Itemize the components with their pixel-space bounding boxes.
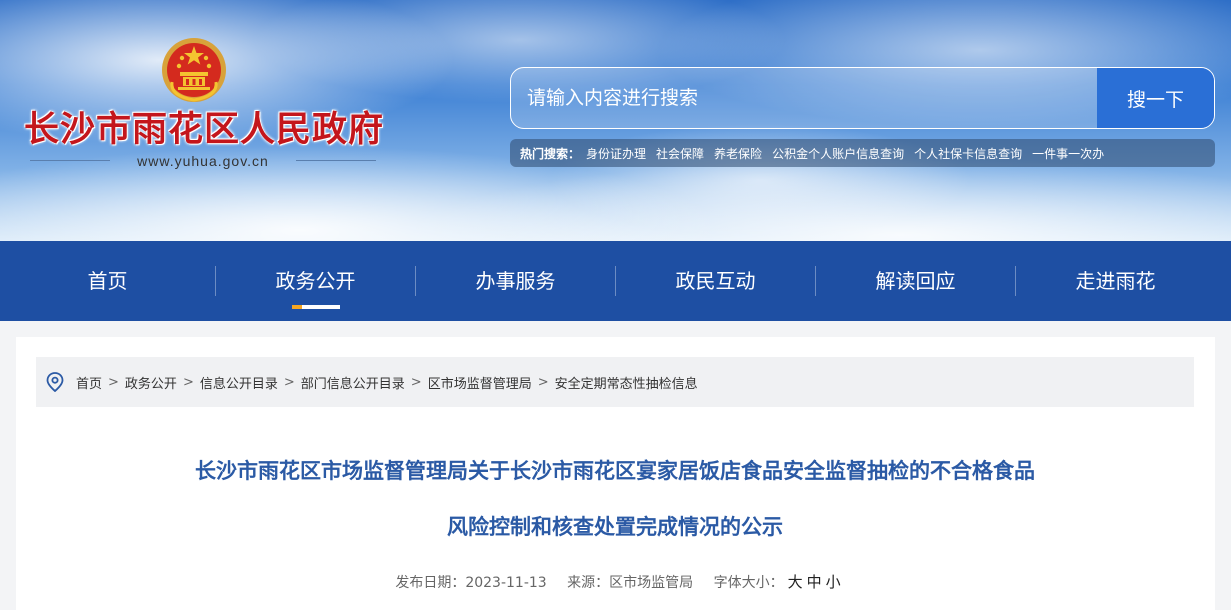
active-indicator — [291, 305, 340, 309]
breadcrumb-item-home[interactable]: 首页 — [76, 373, 102, 392]
site-url: www.yuhua.gov.cn — [137, 153, 269, 169]
hot-search-item-social-card[interactable]: 个人社保卡信息查询 — [914, 145, 1022, 162]
divider-line — [30, 160, 110, 161]
search-box: 搜一下 — [510, 67, 1215, 129]
nav-item-label: 政务公开 — [275, 269, 356, 293]
divider-line — [296, 160, 376, 161]
breadcrumb: 首页 > 政务公开 > 信息公开目录 > 部门信息公开目录 > 区市场监督管理局… — [36, 357, 1194, 407]
nav-item-label: 解读回应 — [875, 269, 956, 293]
search-button[interactable]: 搜一下 — [1097, 68, 1214, 128]
site-url-row: www.yuhua.gov.cn — [30, 151, 376, 171]
main-nav: 首页 政务公开 办事服务 政民互动 解读回应 走进雨花 — [0, 241, 1231, 321]
hot-search-item-pension[interactable]: 养老保险 — [714, 145, 762, 162]
national-emblem-icon — [162, 38, 226, 102]
nav-item-interaction[interactable]: 政民互动 — [616, 241, 815, 321]
article-title-line1: 长沙市雨花区市场监督管理局关于长沙市雨花区宴家居饭店食品安全监督抽检的不合格食品 — [195, 459, 1035, 483]
nav-item-interpretation[interactable]: 解读回应 — [816, 241, 1015, 321]
breadcrumb-item-market-bureau[interactable]: 区市场监督管理局 — [428, 373, 532, 392]
content-panel: 首页 > 政务公开 > 信息公开目录 > 部门信息公开目录 > 区市场监督管理局… — [16, 337, 1215, 610]
hot-search-item-one-thing[interactable]: 一件事一次办 — [1032, 145, 1104, 162]
article-title-line2: 风险控制和核查处置完成情况的公示 — [447, 515, 783, 539]
publish-date: 发布日期：2023-11-13 — [395, 575, 547, 591]
breadcrumb-item-current[interactable]: 安全定期常态性抽检信息 — [555, 373, 698, 392]
nav-item-services[interactable]: 办事服务 — [416, 241, 615, 321]
nav-item-home[interactable]: 首页 — [0, 241, 215, 321]
hot-search-item-social-security[interactable]: 社会保障 — [656, 145, 704, 162]
nav-item-label: 走进雨花 — [1075, 269, 1156, 293]
breadcrumb-separator: > — [182, 374, 194, 390]
nav-item-label: 办事服务 — [475, 269, 556, 293]
font-size-medium-button[interactable]: 中 — [807, 573, 822, 591]
font-size-large-button[interactable]: 大 — [788, 573, 803, 591]
nav-item-about-yuhua[interactable]: 走进雨花 — [1016, 241, 1215, 321]
nav-item-government-affairs[interactable]: 政务公开 — [216, 241, 415, 321]
breadcrumb-separator: > — [283, 374, 295, 390]
article-meta: 发布日期：2023-11-13 来源：区市场监管局 字体大小：大中小 — [36, 571, 1194, 593]
location-pin-icon — [46, 372, 64, 392]
font-size-small-button[interactable]: 小 — [826, 573, 841, 591]
hot-search-bar: 热门搜索： 身份证办理 社会保障 养老保险 公积金个人账户信息查询 个人社保卡信… — [510, 139, 1215, 167]
breadcrumb-item-dept-catalog[interactable]: 部门信息公开目录 — [301, 373, 405, 392]
article-title: 长沙市雨花区市场监督管理局关于长沙市雨花区宴家居饭店食品安全监督抽检的不合格食品… — [36, 443, 1194, 555]
hot-search-item-id-card[interactable]: 身份证办理 — [586, 145, 646, 162]
article-source: 来源：区市场监管局 — [567, 575, 694, 591]
hot-search-item-housing-fund[interactable]: 公积金个人账户信息查询 — [772, 145, 904, 162]
nav-item-label: 首页 — [87, 269, 128, 293]
search-input[interactable] — [511, 68, 1097, 128]
breadcrumb-separator: > — [108, 374, 119, 390]
breadcrumb-separator: > — [537, 374, 549, 390]
hot-search-label: 热门搜索： — [520, 146, 581, 161]
breadcrumb-separator: > — [410, 374, 422, 390]
breadcrumb-item-info-catalog[interactable]: 信息公开目录 — [200, 373, 278, 392]
breadcrumb-item-government-affairs[interactable]: 政务公开 — [125, 373, 177, 392]
site-name[interactable]: 长沙市雨花区人民政府 — [24, 108, 384, 152]
font-size-label: 字体大小： — [713, 575, 784, 591]
header-banner: 长沙市雨花区人民政府 www.yuhua.gov.cn 搜一下 热门搜索： 身份… — [0, 0, 1231, 241]
nav-item-label: 政民互动 — [675, 269, 756, 293]
